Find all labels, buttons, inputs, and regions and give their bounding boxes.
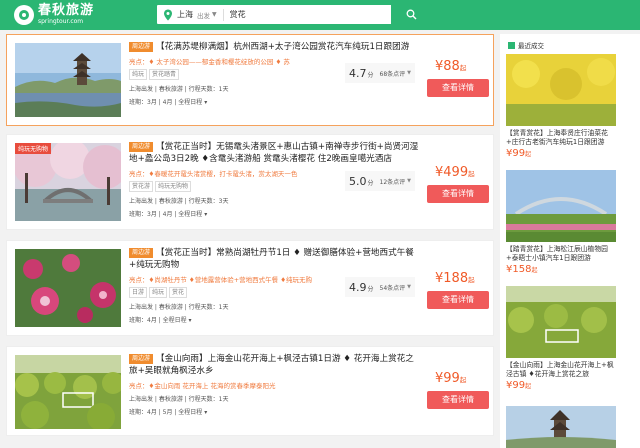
rating-box[interactable]: 4.7 分 68条点评 ▼ — [345, 63, 415, 83]
search-input[interactable] — [229, 10, 380, 19]
product-image-kochia-field[interactable] — [15, 355, 121, 429]
product-tag: 日游 — [129, 287, 148, 298]
logo-domain: springtour.com — [38, 18, 84, 25]
product-schedule[interactable]: 班期：4月 | 5月 | 全程日程 ▾ — [129, 407, 419, 416]
product-highlight: 亮点：♦金山向雨 花开海上 花海的赏春季摩泰阳光 — [129, 382, 276, 390]
product-schedule[interactable]: 班期：4月 | 全程日程 ▾ — [129, 315, 419, 324]
location-pin-icon — [164, 9, 172, 20]
chevron-down-icon: ▼ — [407, 178, 412, 184]
search-divider — [222, 8, 224, 21]
product-type-badge: 周边游 — [129, 354, 154, 364]
product-tag: 纯玩无购物 — [155, 181, 192, 192]
rating-score: 5.0 — [349, 174, 367, 188]
sidebar-heading: 最近成交 — [518, 42, 544, 50]
rating-box[interactable]: 5.0 分 12条点评 ▼ — [345, 171, 415, 191]
top-header: 春秋旅游 springtour.com 上海 出发 ▼ — [0, 0, 640, 30]
image-corner-tag: 纯玩无购物 — [15, 143, 52, 154]
product-image-cherry-blossom[interactable]: 纯玩无购物 — [15, 143, 121, 221]
product-card[interactable]: 纯玩无购物 周边游 【赏花正当时】无锡鼋头渚景区+惠山古镇+南禅寺步行街+尚贤河湿… — [6, 134, 494, 230]
departure-city[interactable]: 上海 — [177, 9, 193, 20]
rating-unit: 分 — [367, 286, 374, 293]
product-price: ¥88起 — [435, 59, 467, 74]
site-logo[interactable]: 春秋旅游 springtour.com — [14, 4, 94, 25]
product-type-badge: 周边游 — [129, 42, 154, 52]
deal-title[interactable]: 【踏青赏花】上海松江辰山植物园+泰晤士小镇汽车1日跟团游 — [506, 245, 616, 263]
section-marker-icon — [508, 41, 515, 49]
rating-score: 4.9 — [349, 280, 367, 294]
review-count: 68条点评 — [379, 70, 406, 78]
product-title[interactable]: 【花满苏堤柳满烟】杭州西湖+太子湾公园赏花汽车纯玩1日跟团游 — [156, 42, 409, 52]
product-image-pagoda[interactable] — [15, 43, 121, 117]
product-price: ¥99起 — [435, 371, 467, 386]
product-meta: 上海出发 | 春秋旅游 | 行程天数：3天 — [129, 198, 229, 205]
sidebar-deal-item[interactable] — [506, 406, 616, 448]
logo-icon — [14, 4, 34, 25]
recent-deals-sidebar: 最近成交 【赏青赏花】上海奉贤庄行油菜花+庄行古老街汽车纯玩1日跟团游 ¥99起 — [500, 34, 640, 448]
departure-label: 出发 — [197, 11, 210, 20]
deal-title[interactable]: 【金山向雨】上海金山花开海上+枫泾古镇 ♦花开海上赏花之旅 — [506, 361, 616, 379]
product-title[interactable]: 【金山向雨】上海金山花开海上+枫泾古镇1日游 ♦ 花开海上赏花之旅+吴眼就角枫泾… — [129, 354, 414, 376]
sidebar-deal-item[interactable]: 【金山向雨】上海金山花开海上+枫泾古镇 ♦花开海上赏花之旅 ¥99起 — [506, 286, 616, 391]
rating-score: 4.7 — [349, 66, 367, 80]
rating-unit: 分 — [367, 72, 374, 79]
rating-unit: 分 — [367, 180, 374, 187]
product-list: 周边游 【花满苏堤柳满烟】杭州西湖+太子湾公园赏花汽车纯玩1日跟团游 亮点：♦ 太… — [6, 34, 494, 444]
product-image-peony[interactable] — [15, 249, 121, 327]
product-type-badge: 周边游 — [129, 142, 154, 152]
view-detail-button[interactable]: 查看详情 — [427, 291, 489, 309]
product-price: ¥499起 — [435, 165, 475, 180]
product-price: ¥188起 — [435, 271, 475, 286]
deal-image-pagoda[interactable] — [506, 406, 616, 448]
product-card[interactable]: 周边游 【花满苏堤柳满烟】杭州西湖+太子湾公园赏花汽车纯玩1日跟团游 亮点：♦ 太… — [6, 34, 494, 126]
product-tag: 纯玩 — [129, 69, 148, 80]
product-type-badge: 周边游 — [129, 248, 154, 258]
search-icon — [406, 9, 416, 20]
product-title[interactable]: 【赏花正当时】常熟尚湖牡丹节1日 ♦ 赠送御膳体验+营地西式午餐+纯玩无购物 — [129, 248, 414, 270]
deal-price: ¥158起 — [506, 264, 538, 275]
product-tag: 赏花游 — [129, 181, 154, 192]
chevron-down-icon: ▼ — [407, 284, 412, 290]
product-meta: 上海出发 | 春秋旅游 | 行程天数：1天 — [129, 396, 229, 403]
view-detail-button[interactable]: 查看详情 — [427, 391, 489, 409]
sidebar-deal-item[interactable]: 【踏青赏花】上海松江辰山植物园+泰晤士小镇汽车1日跟团游 ¥158起 — [506, 170, 616, 275]
deal-price: ¥99起 — [506, 148, 532, 159]
product-card[interactable]: 周边游 【金山向雨】上海金山花开海上+枫泾古镇1日游 ♦ 花开海上赏花之旅+吴眼就… — [6, 346, 494, 436]
logo-name: 春秋旅游 — [38, 3, 95, 18]
search-bar: 上海 出发 ▼ — [156, 4, 432, 25]
product-title[interactable]: 【赏花正当时】无锡鼋头渚景区+惠山古镇+南禅寺步行街+尚贤河湿地+蠡公岛3日2晚… — [129, 142, 418, 164]
product-tag: 纯玩 — [149, 287, 168, 298]
search-button[interactable] — [391, 5, 431, 24]
view-detail-button[interactable]: 查看详情 — [427, 185, 489, 203]
product-meta: 上海出发 | 春秋旅游 | 行程天数：1天 — [129, 86, 229, 93]
deal-image-rapeseed[interactable] — [506, 54, 616, 126]
deal-image-flower-field[interactable] — [506, 286, 616, 358]
deal-price: ¥99起 — [506, 380, 532, 391]
product-card[interactable]: 周边游 【赏花正当时】常熟尚湖牡丹节1日 ♦ 赠送御膳体验+营地西式午餐+纯玩无购… — [6, 240, 494, 336]
chevron-down-icon: ▼ — [407, 70, 412, 76]
review-count: 54条点评 — [379, 284, 406, 292]
product-tag: 赏花 — [169, 287, 188, 298]
sidebar-deal-item[interactable]: 【赏青赏花】上海奉贤庄行油菜花+庄行古老街汽车纯玩1日跟团游 ¥99起 — [506, 54, 616, 159]
deal-title[interactable]: 【赏青赏花】上海奉贤庄行油菜花+庄行古老街汽车纯玩1日跟团游 — [506, 129, 616, 147]
review-count: 12条点评 — [379, 178, 406, 186]
product-schedule[interactable]: 班期：3月 | 4月 | 全程日程 ▾ — [129, 209, 419, 218]
view-detail-button[interactable]: 查看详情 — [427, 79, 489, 97]
city-dropdown-icon[interactable]: ▼ — [212, 11, 217, 18]
deal-image-botanical-garden[interactable] — [506, 170, 616, 242]
product-meta: 上海出发 | 春秋旅游 | 行程天数：1天 — [129, 304, 229, 311]
product-schedule[interactable]: 班期：3月 | 4月 | 全程日程 ▾ — [129, 97, 419, 106]
rating-box[interactable]: 4.9 分 54条点评 ▼ — [345, 277, 415, 297]
product-tag: 赏花踏青 — [149, 69, 180, 80]
